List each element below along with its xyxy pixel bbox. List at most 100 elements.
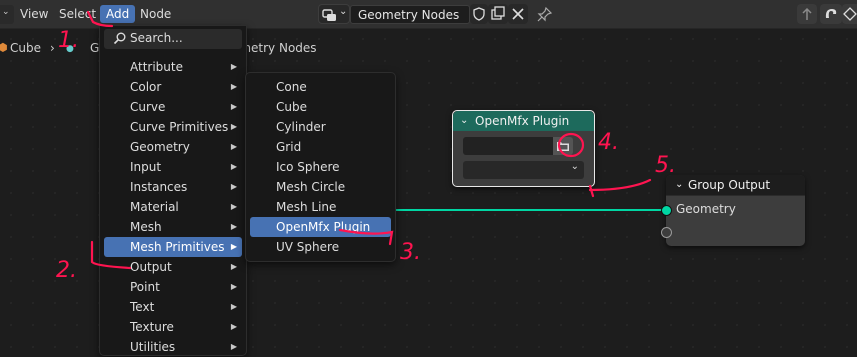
snap-target-icon [843, 7, 857, 21]
menu-item-label: Text [130, 300, 155, 314]
geometry-socket-label: Geometry [676, 202, 736, 216]
empty-input-socket[interactable] [661, 227, 672, 238]
menu-item-cone[interactable]: Cone [250, 77, 391, 97]
menu-item-label: Attribute [130, 60, 183, 74]
menu-item-label: Ico Sphere [276, 160, 340, 174]
breadcrumb-separator-icon: › [50, 41, 55, 55]
collapse-chevron-icon[interactable]: ⌄ [675, 175, 683, 195]
unlink-button[interactable] [508, 4, 528, 24]
menu-item-grid[interactable]: Grid [250, 137, 391, 157]
duplicate-icon [491, 6, 505, 20]
submenu-arrow-icon: ▶ [230, 342, 237, 351]
submenu-arrow-icon: ▶ [230, 302, 237, 311]
menu-item-label: Output [130, 260, 172, 274]
menu-node[interactable]: Node [134, 5, 177, 23]
plugin-file-path-field[interactable] [463, 137, 553, 155]
menu-item-utilities[interactable]: Utilities ▶ [104, 337, 242, 357]
menu-select[interactable]: Select [53, 5, 102, 23]
menu-item-point[interactable]: Point ▶ [104, 277, 242, 297]
snap-button[interactable] [820, 4, 842, 24]
snap-options-button[interactable] [842, 4, 857, 24]
menu-add[interactable]: Add [100, 5, 136, 23]
menu-item-texture[interactable]: Texture ▶ [104, 317, 242, 337]
menu-item-output[interactable]: Output ▶ [104, 257, 242, 277]
collapse-chevron-icon[interactable]: ⌄ [460, 111, 468, 131]
fake-user-button[interactable] [470, 4, 488, 24]
menu-item-uv-sphere[interactable]: UV Sphere [250, 237, 391, 257]
menu-item-attribute[interactable]: Attribute ▶ [104, 57, 242, 77]
menu-item-label: Cylinder [276, 120, 326, 134]
menu-view[interactable]: View [14, 5, 54, 23]
annotation-label-2: 2. [56, 258, 77, 283]
menu-item-color[interactable]: Color ▶ [104, 77, 242, 97]
submenu-arrow-icon: ▶ [230, 102, 237, 111]
add-menu: Search... Attribute ▶ Color ▶ Curve ▶ Curve… [99, 25, 247, 356]
menu-item-cylinder[interactable]: Cylinder [250, 117, 391, 137]
annotation-label-5: 5. [655, 153, 676, 178]
menu-item-label: UV Sphere [276, 240, 340, 254]
folder-icon [557, 142, 569, 151]
menu-item-material[interactable]: Material ▶ [104, 197, 242, 217]
menu-item-label: Grid [276, 140, 302, 154]
menu-item-geometry[interactable]: Geometry ▶ [104, 137, 242, 157]
submenu-arrow-icon: ▶ [230, 202, 237, 211]
plugin-effect-dropdown[interactable]: ⌄ [463, 161, 584, 179]
menu-item-label: Curve [130, 100, 166, 114]
menu-item-label: Geometry [130, 140, 190, 154]
node-tree-browse-button[interactable]: ⌄ [318, 4, 350, 24]
menu-item-curve-primitives[interactable]: Curve Primitives ▶ [104, 117, 242, 137]
menu-item-text[interactable]: Text ▶ [104, 297, 242, 317]
menu-item-label: Mesh [130, 220, 162, 234]
pin-icon [537, 6, 553, 22]
menu-item-label: Instances [130, 180, 188, 194]
search-placeholder: Search... [130, 31, 183, 45]
geometry-nodes-icon [322, 9, 336, 21]
submenu-arrow-icon: ▶ [230, 262, 237, 271]
menu-item-label: Material [130, 200, 179, 214]
menu-item-ico-sphere[interactable]: Ico Sphere [250, 157, 391, 177]
submenu-arrow-icon: ▶ [230, 162, 237, 171]
menu-item-openmfx-plugin[interactable]: OpenMfx Plugin [250, 217, 391, 237]
menu-item-mesh-primitives[interactable]: Mesh Primitives ▶ [104, 237, 242, 257]
group-output-title: Group Output [688, 178, 771, 192]
submenu-arrow-icon: ▶ [230, 62, 237, 71]
menu-item-label: Color [130, 80, 162, 94]
duplicate-button[interactable] [488, 4, 508, 24]
group-output-node[interactable]: ⌄ Group Output Geometry [666, 175, 805, 246]
submenu-arrow-icon: ▶ [230, 82, 237, 91]
openmfx-node-header[interactable]: ⌄ OpenMfx Plugin [453, 111, 594, 131]
annotation-label-1: 1. [58, 28, 79, 53]
parent-node-tree-button[interactable] [797, 4, 817, 24]
node-tree-name-field[interactable]: Geometry Nodes [350, 5, 470, 24]
annotation-label-3: 3. [400, 240, 421, 265]
menu-item-cube[interactable]: Cube [250, 97, 391, 117]
submenu-arrow-icon: ▶ [230, 122, 237, 131]
menu-item-label: OpenMfx Plugin [276, 220, 371, 234]
arrow-up-icon [802, 7, 812, 20]
menu-item-label: Cone [276, 80, 307, 94]
magnet-icon [825, 9, 837, 18]
menu-item-mesh[interactable]: Mesh ▶ [104, 217, 242, 237]
openmfx-plugin-node[interactable]: ⌄ OpenMfx Plugin ⌄ [452, 110, 595, 187]
menu-item-input[interactable]: Input ▶ [104, 157, 242, 177]
file-browse-button[interactable] [553, 137, 573, 155]
menu-item-label: Cube [276, 100, 307, 114]
shield-icon [473, 7, 485, 21]
menu-item-mesh-circle[interactable]: Mesh Circle [250, 177, 391, 197]
mesh-primitives-submenu: Cone Cube Cylinder Grid Ico Sphere Mesh … [245, 72, 396, 262]
submenu-arrow-icon: ▶ [230, 282, 237, 291]
pin-button[interactable] [534, 4, 556, 24]
menu-item-label: Mesh Circle [276, 180, 346, 194]
menu-item-mesh-line[interactable]: Mesh Line [250, 197, 391, 217]
add-menu-search-field[interactable]: Search... [104, 29, 242, 49]
annotation-label-4: 4. [598, 130, 619, 155]
editor-type-dropdown[interactable]: ⌄ [0, 5, 14, 24]
group-output-node-header[interactable]: ⌄ Group Output [666, 175, 805, 196]
menu-item-label: Curve Primitives [130, 120, 229, 134]
geometry-input-socket[interactable] [661, 205, 672, 216]
breadcrumb-object: Cube [10, 41, 41, 55]
menu-item-curve[interactable]: Curve ▶ [104, 97, 242, 117]
submenu-arrow-icon: ▶ [230, 242, 237, 251]
submenu-arrow-icon: ▶ [230, 142, 237, 151]
menu-item-instances[interactable]: Instances ▶ [104, 177, 242, 197]
